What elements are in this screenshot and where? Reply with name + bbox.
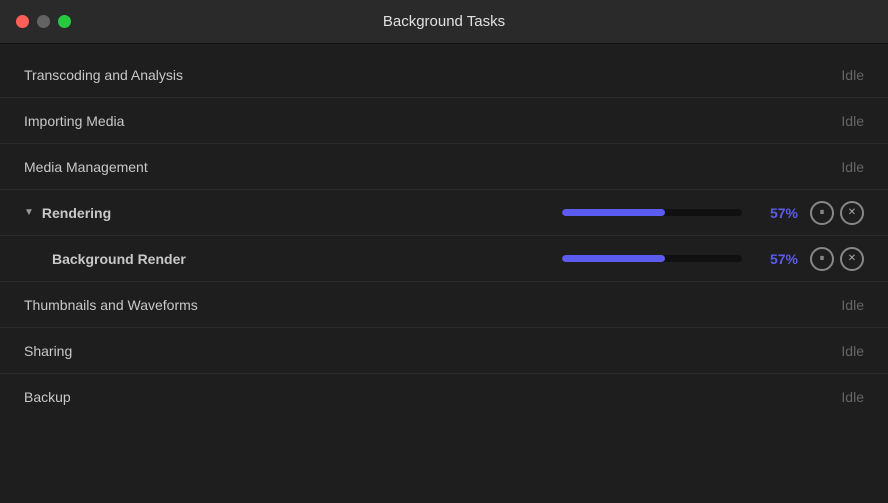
task-status-importing: Idle — [841, 113, 864, 129]
task-row-rendering: ▼ Rendering 57% ⏸ ✕ — [0, 190, 888, 236]
chevron-icon-rendering[interactable]: ▼ — [24, 207, 34, 218]
task-status-transcoding: Idle — [841, 67, 864, 83]
close-icon-background-render: ✕ — [848, 253, 856, 264]
progress-fill-rendering — [562, 209, 665, 216]
pause-button-rendering[interactable]: ⏸ — [810, 201, 834, 225]
cancel-button-background-render[interactable]: ✕ — [840, 247, 864, 271]
task-controls-background-render: ⏸ ✕ — [810, 247, 864, 271]
pause-icon-background-render: ⏸ — [820, 253, 825, 264]
task-label-importing: Importing Media — [24, 113, 224, 129]
task-status-sharing: Idle — [841, 343, 864, 359]
task-label-thumbnails: Thumbnails and Waveforms — [24, 297, 224, 313]
percent-label-background-render: 57% — [758, 251, 798, 267]
task-label-rendering: Rendering — [42, 205, 242, 221]
progress-container-rendering: 57% — [562, 205, 798, 221]
task-status-thumbnails: Idle — [841, 297, 864, 313]
progress-track-background-render — [562, 255, 742, 262]
task-label-background-render: Background Render — [52, 251, 252, 267]
task-status-media-management: Idle — [841, 159, 864, 175]
task-row-sharing: Sharing Idle — [0, 328, 888, 374]
percent-label-rendering: 57% — [758, 205, 798, 221]
task-label-media-management: Media Management — [24, 159, 224, 175]
pause-button-background-render[interactable]: ⏸ — [810, 247, 834, 271]
window-controls — [16, 15, 71, 28]
cancel-button-rendering[interactable]: ✕ — [840, 201, 864, 225]
progress-track-rendering — [562, 209, 742, 216]
task-list: Transcoding and Analysis Idle Importing … — [0, 44, 888, 503]
task-label-transcoding: Transcoding and Analysis — [24, 67, 224, 83]
progress-fill-background-render — [562, 255, 665, 262]
task-label-backup: Backup — [24, 389, 224, 405]
task-row-background-render: Background Render 57% ⏸ ✕ — [0, 236, 888, 282]
task-row-thumbnails: Thumbnails and Waveforms Idle — [0, 282, 888, 328]
close-button[interactable] — [16, 15, 29, 28]
title-bar: Background Tasks — [0, 0, 888, 44]
progress-container-background-render: 57% — [562, 251, 798, 267]
minimize-button[interactable] — [37, 15, 50, 28]
task-row-media-management: Media Management Idle — [0, 144, 888, 190]
maximize-button[interactable] — [58, 15, 71, 28]
close-icon-rendering: ✕ — [848, 207, 856, 218]
task-label-sharing: Sharing — [24, 343, 224, 359]
task-row-transcoding: Transcoding and Analysis Idle — [0, 52, 888, 98]
task-status-backup: Idle — [841, 389, 864, 405]
pause-icon-rendering: ⏸ — [820, 207, 825, 218]
task-controls-rendering: ⏸ ✕ — [810, 201, 864, 225]
task-row-importing: Importing Media Idle — [0, 98, 888, 144]
window-title: Background Tasks — [383, 13, 505, 30]
task-row-backup: Backup Idle — [0, 374, 888, 420]
